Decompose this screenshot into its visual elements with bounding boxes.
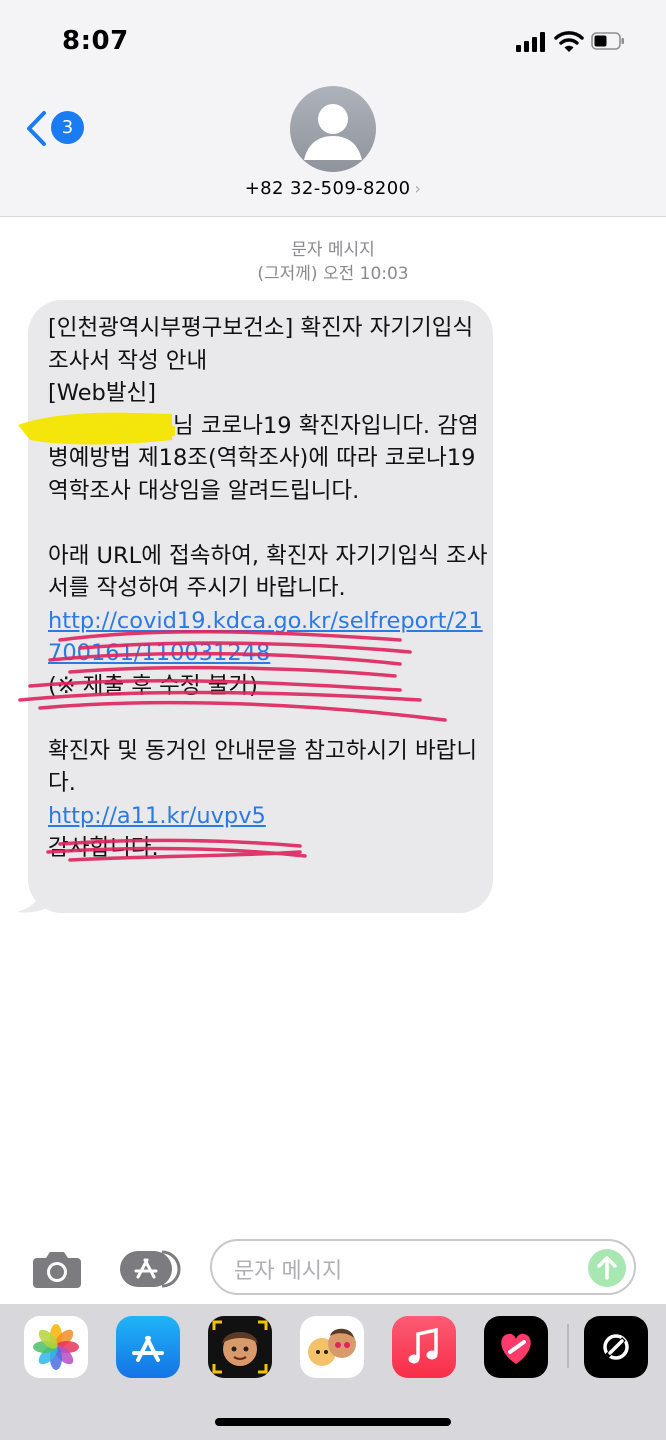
message-body-2: 아래 URL에 접속하여, 확진자 자기기입식 조사서를 작성하여 주시기 바랍…	[48, 542, 488, 602]
message-closing: 감사합니다.	[48, 835, 159, 861]
chevron-right-icon: ›	[414, 179, 422, 198]
memoji-icon	[212, 1320, 268, 1374]
contact-name[interactable]: +82 32-509-8200 ›	[0, 178, 666, 199]
home-indicator[interactable]	[215, 1418, 451, 1426]
message-type-label: 문자 메시지	[291, 240, 375, 260]
photos-app[interactable]	[24, 1316, 88, 1378]
person-icon	[304, 104, 362, 160]
more-apps-button[interactable]	[584, 1316, 648, 1378]
arrow-up-icon	[597, 1256, 617, 1280]
digital-touch-icon	[501, 1333, 531, 1364]
message-timestamp: (그저께) 오전 10:03	[257, 264, 409, 284]
battery-icon	[591, 32, 625, 50]
music-icon	[408, 1327, 438, 1364]
wifi-icon	[554, 30, 584, 54]
back-button[interactable]: 3	[24, 110, 94, 150]
animoji-icon	[308, 1328, 356, 1366]
contact-number: +82 32-509-8200	[244, 178, 411, 199]
send-button[interactable]	[588, 1249, 626, 1287]
animoji-app[interactable]	[300, 1316, 364, 1378]
camera-button[interactable]	[31, 1248, 83, 1290]
camera-icon	[33, 1252, 81, 1288]
message-text: [인천광역시부평구보건소] 확진자 자기기입식 조사서 작성 안내 [Web발신…	[48, 312, 488, 865]
message-tag: [Web발신]	[48, 380, 157, 406]
app-drawer	[0, 1304, 666, 1440]
message-input-placeholder: 문자 메시지	[234, 1259, 343, 1284]
photos-icon	[33, 1324, 79, 1370]
drawer-divider	[567, 1324, 569, 1368]
app-store-app[interactable]	[116, 1316, 180, 1378]
contact-avatar[interactable]	[290, 86, 376, 172]
message-input[interactable]: 문자 메시지	[210, 1239, 636, 1295]
guide-link[interactable]: http://a11.kr/uvpv5	[48, 803, 266, 829]
message-meta: 문자 메시지 (그저께) 오전 10:03	[0, 238, 666, 286]
conversation-header: 8:07 3 +82 32-509-8200 ›	[0, 0, 666, 217]
digital-touch-app[interactable]	[484, 1316, 548, 1378]
status-time: 8:07	[62, 26, 129, 56]
music-app[interactable]	[392, 1316, 456, 1378]
chevron-left-icon	[27, 111, 46, 146]
more-apps-icon	[603, 1334, 629, 1360]
message-note: (※ 제출 후 수정 불가)	[48, 672, 258, 699]
message-body-1: 님 코로나19 확진자입니다. 감염병예방법 제18조(역학조사)에 따라 코로…	[48, 412, 479, 504]
memoji-app[interactable]	[208, 1316, 272, 1378]
message-title: [인천광역시부평구보건소] 확진자 자기기입식 조사서 작성 안내	[48, 315, 474, 374]
cellular-signal-icon	[516, 32, 546, 52]
app-store-icon	[132, 1336, 164, 1362]
app-store-icon	[120, 1250, 181, 1288]
apps-button[interactable]	[118, 1248, 182, 1290]
survey-link[interactable]: http://covid19.kdca.go.kr/selfreport/217…	[48, 608, 483, 667]
message-body-3: 확진자 및 동거인 안내문을 참고하시기 바랍니다.	[48, 737, 478, 797]
unread-count-badge: 3	[51, 111, 84, 144]
